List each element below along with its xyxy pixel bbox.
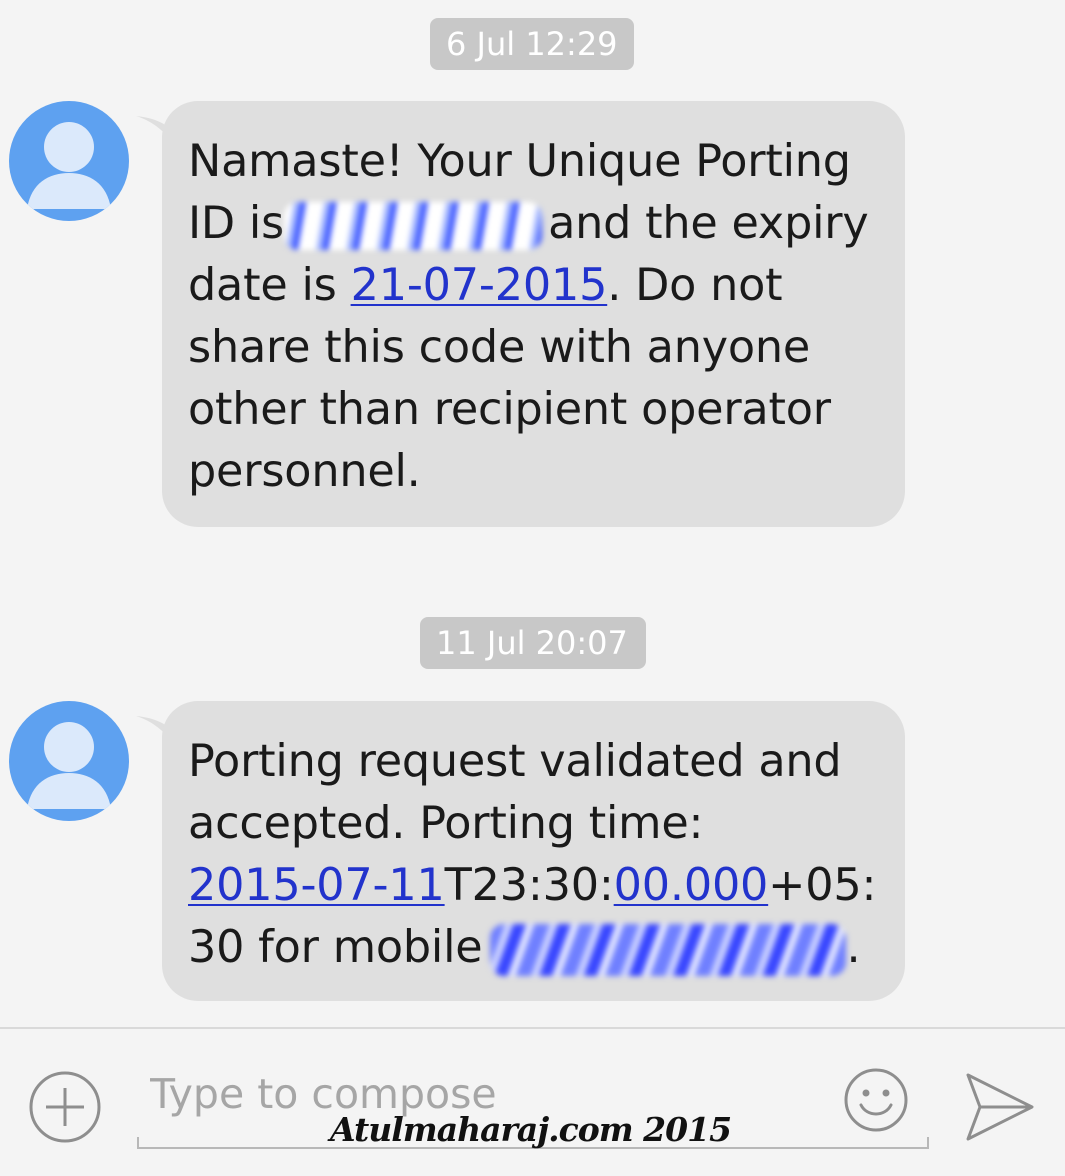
date-link[interactable]: 2015-07-11 <box>188 860 445 911</box>
send-arrow-icon[interactable] <box>962 1069 1038 1145</box>
message-text-line: Porting request validated and <box>188 736 842 787</box>
message-text-line: personnel. <box>188 446 421 497</box>
date-link[interactable]: 21-07-2015 <box>351 260 608 311</box>
message-text-line: ID is and the expiry <box>188 193 881 255</box>
smiley-icon[interactable] <box>843 1067 909 1133</box>
redacted-mobile-number <box>490 924 847 976</box>
message-text: date is <box>188 260 351 311</box>
message-text: +05: <box>768 860 877 911</box>
message-text-line: accepted. Porting time: <box>188 798 704 849</box>
message-text: . <box>846 922 861 973</box>
message-text-line: Namaste! Your Unique Porting <box>188 136 851 187</box>
contact-avatar[interactable] <box>9 101 129 221</box>
number-link[interactable]: 00.000 <box>614 860 769 911</box>
message-text: 30 for mobile <box>188 922 483 973</box>
message-text: T23:30: <box>444 860 614 911</box>
compose-bar <box>0 1027 1065 1176</box>
watermark-text: Atulmaharaj.com 2015 <box>330 1110 732 1149</box>
message-text: and the expiry <box>548 198 869 249</box>
message-bubble[interactable]: Namaste! Your Unique Porting ID is and th… <box>162 101 905 527</box>
message-bubble[interactable]: Porting request validated and accepted. … <box>162 701 905 1001</box>
message-text-line: 30 for mobile. <box>188 917 881 979</box>
message-text-line: 2015-07-11T23:30:00.000+05: <box>188 855 881 917</box>
redacted-porting-id <box>284 202 543 250</box>
message-text: ID is <box>188 198 285 249</box>
contact-avatar[interactable] <box>9 701 129 821</box>
message-thread: 6 Jul 12:29 Namaste! Your Unique Porting… <box>0 0 1065 1176</box>
message-text: . Do not <box>607 260 783 311</box>
message-text-line: date is 21-07-2015. Do not <box>188 255 881 317</box>
person-icon <box>27 722 111 809</box>
person-icon <box>27 122 111 209</box>
plus-circle-icon[interactable] <box>28 1070 102 1144</box>
message-text-line: other than recipient operator <box>188 384 831 435</box>
timestamp-chip: 6 Jul 12:29 <box>430 18 634 70</box>
message-text-line: share this code with anyone <box>188 322 811 373</box>
timestamp-chip: 11 Jul 20:07 <box>420 617 646 669</box>
